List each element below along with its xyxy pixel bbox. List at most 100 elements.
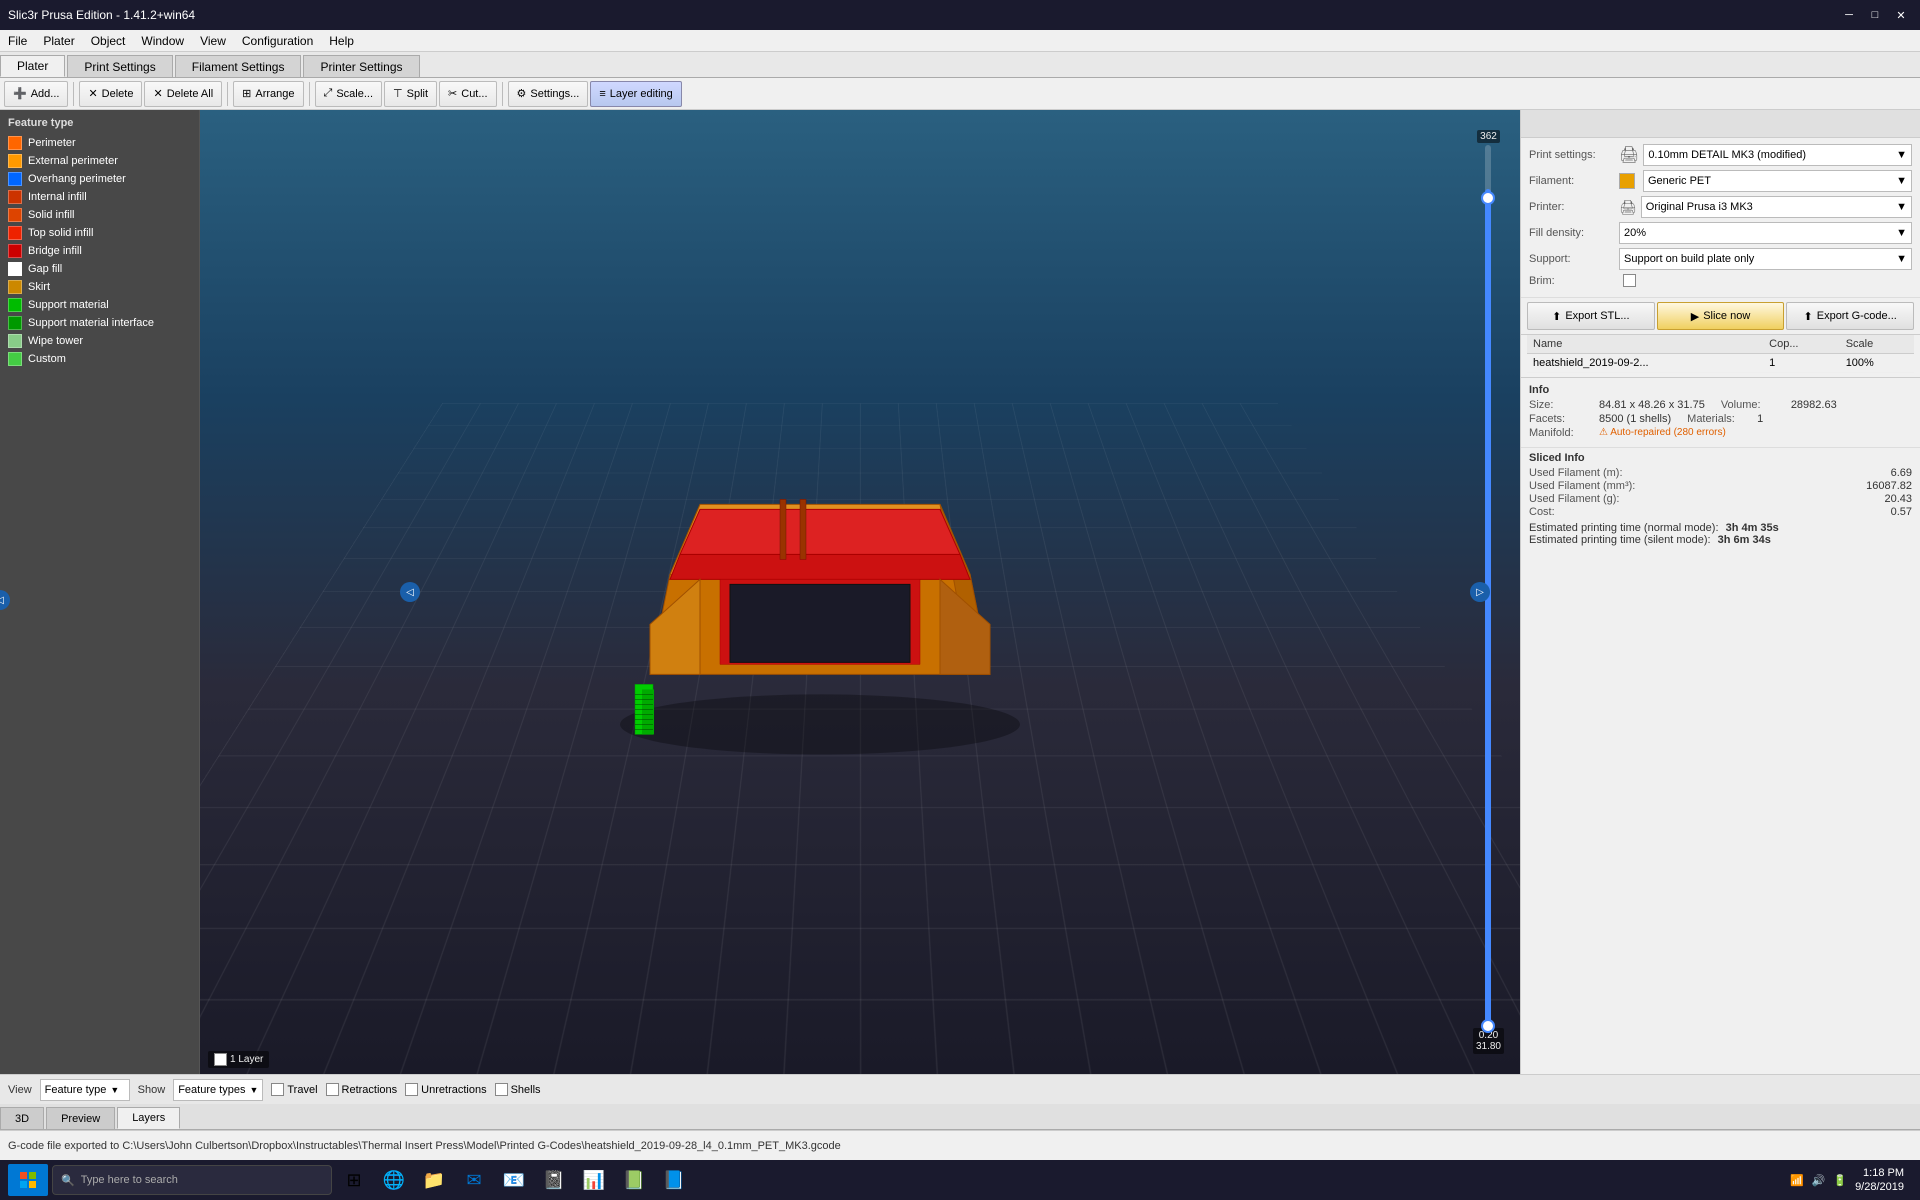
mail-app[interactable]: ✉ bbox=[456, 1162, 492, 1198]
shells-checkbox-item[interactable]: Shells bbox=[495, 1083, 541, 1096]
brim-checkbox[interactable] bbox=[1623, 274, 1636, 287]
feature-item-internal-infill[interactable]: Internal infill bbox=[2, 188, 197, 206]
shells-label: Shells bbox=[511, 1084, 541, 1096]
used-filament-g-value: 20.43 bbox=[1884, 493, 1912, 505]
export-stl-button[interactable]: ⬆ Export STL... bbox=[1527, 302, 1655, 330]
arrange-button[interactable]: ⊞ Arrange bbox=[233, 81, 303, 107]
feature-item-perimeter[interactable]: Perimeter bbox=[2, 134, 197, 152]
menu-help[interactable]: Help bbox=[321, 30, 362, 51]
feature-item-support-material[interactable]: Support material bbox=[2, 296, 197, 314]
show-type-dropdown[interactable]: Feature types ▼ bbox=[173, 1079, 263, 1101]
delete-all-button[interactable]: ✕ Delete All bbox=[144, 81, 222, 107]
start-button[interactable] bbox=[8, 1164, 48, 1196]
minimize-button[interactable]: ─ bbox=[1838, 4, 1860, 26]
left-blue-pin[interactable]: ◁ bbox=[400, 582, 420, 602]
delete-button[interactable]: ✕ Delete bbox=[79, 81, 142, 107]
slice-icon: ▶ bbox=[1691, 310, 1699, 323]
menu-configuration[interactable]: Configuration bbox=[234, 30, 321, 51]
scale-button[interactable]: ⤢ Scale... bbox=[315, 81, 383, 107]
chrome-app[interactable]: 🌐 bbox=[376, 1162, 412, 1198]
used-filament-mm3-value: 16087.82 bbox=[1866, 480, 1912, 492]
layer-top-thumb[interactable] bbox=[1481, 191, 1495, 205]
shells-checkbox[interactable] bbox=[495, 1083, 508, 1096]
volume-value: 28982.63 bbox=[1791, 399, 1837, 411]
feature-item-external-perimeter[interactable]: External perimeter bbox=[2, 152, 197, 170]
export-gcode-button[interactable]: ⬆ Export G-code... bbox=[1786, 302, 1914, 330]
taskbar-search[interactable]: 🔍 Type here to search bbox=[52, 1165, 332, 1195]
split-button[interactable]: ⊤ Split bbox=[384, 81, 437, 107]
folder-app[interactable]: 📁 bbox=[416, 1162, 452, 1198]
retractions-checkbox-item[interactable]: Retractions bbox=[326, 1083, 398, 1096]
feature-item-wipe-tower[interactable]: Wipe tower bbox=[2, 332, 197, 350]
layer-checkbox[interactable] bbox=[214, 1053, 227, 1066]
top-solid-infill-color-swatch bbox=[8, 226, 22, 240]
travel-checkbox[interactable] bbox=[271, 1083, 284, 1096]
gap-fill-label: Gap fill bbox=[28, 263, 62, 275]
right-blue-pin[interactable]: ▷ bbox=[1470, 582, 1490, 602]
top-solid-infill-label: Top solid infill bbox=[28, 227, 93, 239]
right-panel-content[interactable]: Print settings: 🖨 0.10mm DETAIL MK3 (mod… bbox=[1521, 138, 1920, 1074]
tab-print-settings[interactable]: Print Settings bbox=[67, 55, 172, 77]
word-app[interactable]: 📘 bbox=[656, 1162, 692, 1198]
cut-button[interactable]: ✂ Cut... bbox=[439, 81, 497, 107]
unretractions-checkbox-item[interactable]: Unretractions bbox=[405, 1083, 486, 1096]
print-settings-label: Print settings: bbox=[1529, 149, 1619, 161]
feature-item-solid-infill[interactable]: Solid infill bbox=[2, 206, 197, 224]
retractions-checkbox[interactable] bbox=[326, 1083, 339, 1096]
add-button[interactable]: ➕ Add... bbox=[4, 81, 68, 107]
layer-editing-button[interactable]: ≡ Layer editing bbox=[590, 81, 681, 107]
3d-viewport[interactable]: 362 0.20 31.80 1 Layer ◁ ▷ bbox=[200, 110, 1520, 1074]
viewport-bottom-bar: View Feature type ▼ Show Feature types ▼… bbox=[0, 1074, 1920, 1104]
files-section: Name Cop... Scale heatshield_2019-09-2..… bbox=[1521, 335, 1920, 377]
feature-item-top-solid-infill[interactable]: Top solid infill bbox=[2, 224, 197, 242]
outlook-app[interactable]: 📧 bbox=[496, 1162, 532, 1198]
print-profile-dropdown[interactable]: 0.10mm DETAIL MK3 (modified) ▼ bbox=[1643, 144, 1912, 166]
view-type-dropdown[interactable]: Feature type ▼ bbox=[40, 1079, 130, 1101]
feature-item-overhang-perimeter[interactable]: Overhang perimeter bbox=[2, 170, 197, 188]
printer-arrow: ▼ bbox=[1896, 201, 1907, 213]
layer-max-number: 362 bbox=[1477, 130, 1500, 143]
slice-now-button[interactable]: ▶ Slice now bbox=[1657, 302, 1785, 330]
filament-dropdown[interactable]: Generic PET ▼ bbox=[1643, 170, 1912, 192]
powerpoint-app[interactable]: 📊 bbox=[576, 1162, 612, 1198]
settings-button[interactable]: ⚙ Settings... bbox=[508, 81, 589, 107]
tab-preview[interactable]: Preview bbox=[46, 1107, 115, 1129]
manifold-label: Manifold: bbox=[1529, 427, 1599, 439]
printer-dropdown[interactable]: Original Prusa i3 MK3 ▼ bbox=[1641, 196, 1912, 218]
filament-color-swatch bbox=[1619, 173, 1635, 189]
wipe-tower-color-swatch bbox=[8, 334, 22, 348]
scale-icon: ⤢ bbox=[324, 87, 333, 100]
feature-item-bridge-infill[interactable]: Bridge infill bbox=[2, 242, 197, 260]
unretractions-checkbox[interactable] bbox=[405, 1083, 418, 1096]
excel-app[interactable]: 📗 bbox=[616, 1162, 652, 1198]
onenote-app[interactable]: 📓 bbox=[536, 1162, 572, 1198]
tab-filament-settings[interactable]: Filament Settings bbox=[175, 55, 302, 77]
task-view-button[interactable]: ⊞ bbox=[336, 1162, 372, 1198]
custom-label: Custom bbox=[28, 353, 66, 365]
menu-plater[interactable]: Plater bbox=[35, 30, 82, 51]
systray-time-text: 1:18 PM bbox=[1855, 1166, 1904, 1180]
export-gcode-icon: ⬆ bbox=[1804, 310, 1813, 323]
size-label: Size: bbox=[1529, 399, 1599, 411]
travel-checkbox-item[interactable]: Travel bbox=[271, 1083, 317, 1096]
feature-item-gap-fill[interactable]: Gap fill bbox=[2, 260, 197, 278]
tab-3d[interactable]: 3D bbox=[0, 1107, 44, 1129]
feature-item-skirt[interactable]: Skirt bbox=[2, 278, 197, 296]
toolbar: ➕ Add... ✕ Delete ✕ Delete All ⊞ Arrange… bbox=[0, 78, 1920, 110]
fill-density-dropdown[interactable]: 20% ▼ bbox=[1619, 222, 1912, 244]
maximize-button[interactable]: □ bbox=[1864, 4, 1886, 26]
tab-layers[interactable]: Layers bbox=[117, 1107, 180, 1129]
tab-plater[interactable]: Plater bbox=[0, 55, 65, 77]
menu-object[interactable]: Object bbox=[83, 30, 134, 51]
support-dropdown[interactable]: Support on build plate only ▼ bbox=[1619, 248, 1912, 270]
table-row[interactable]: heatshield_2019-09-2... 1 100% bbox=[1527, 354, 1914, 373]
tab-printer-settings[interactable]: Printer Settings bbox=[303, 55, 419, 77]
menu-window[interactable]: Window bbox=[133, 30, 192, 51]
close-button[interactable]: ✕ bbox=[1890, 4, 1912, 26]
menu-file[interactable]: File bbox=[0, 30, 35, 51]
external-perimeter-color-swatch bbox=[8, 154, 22, 168]
perimeter-label: Perimeter bbox=[28, 137, 76, 149]
feature-item-support-material-interface[interactable]: Support material interface bbox=[2, 314, 197, 332]
menu-view[interactable]: View bbox=[192, 30, 234, 51]
feature-item-custom[interactable]: Custom bbox=[2, 350, 197, 368]
